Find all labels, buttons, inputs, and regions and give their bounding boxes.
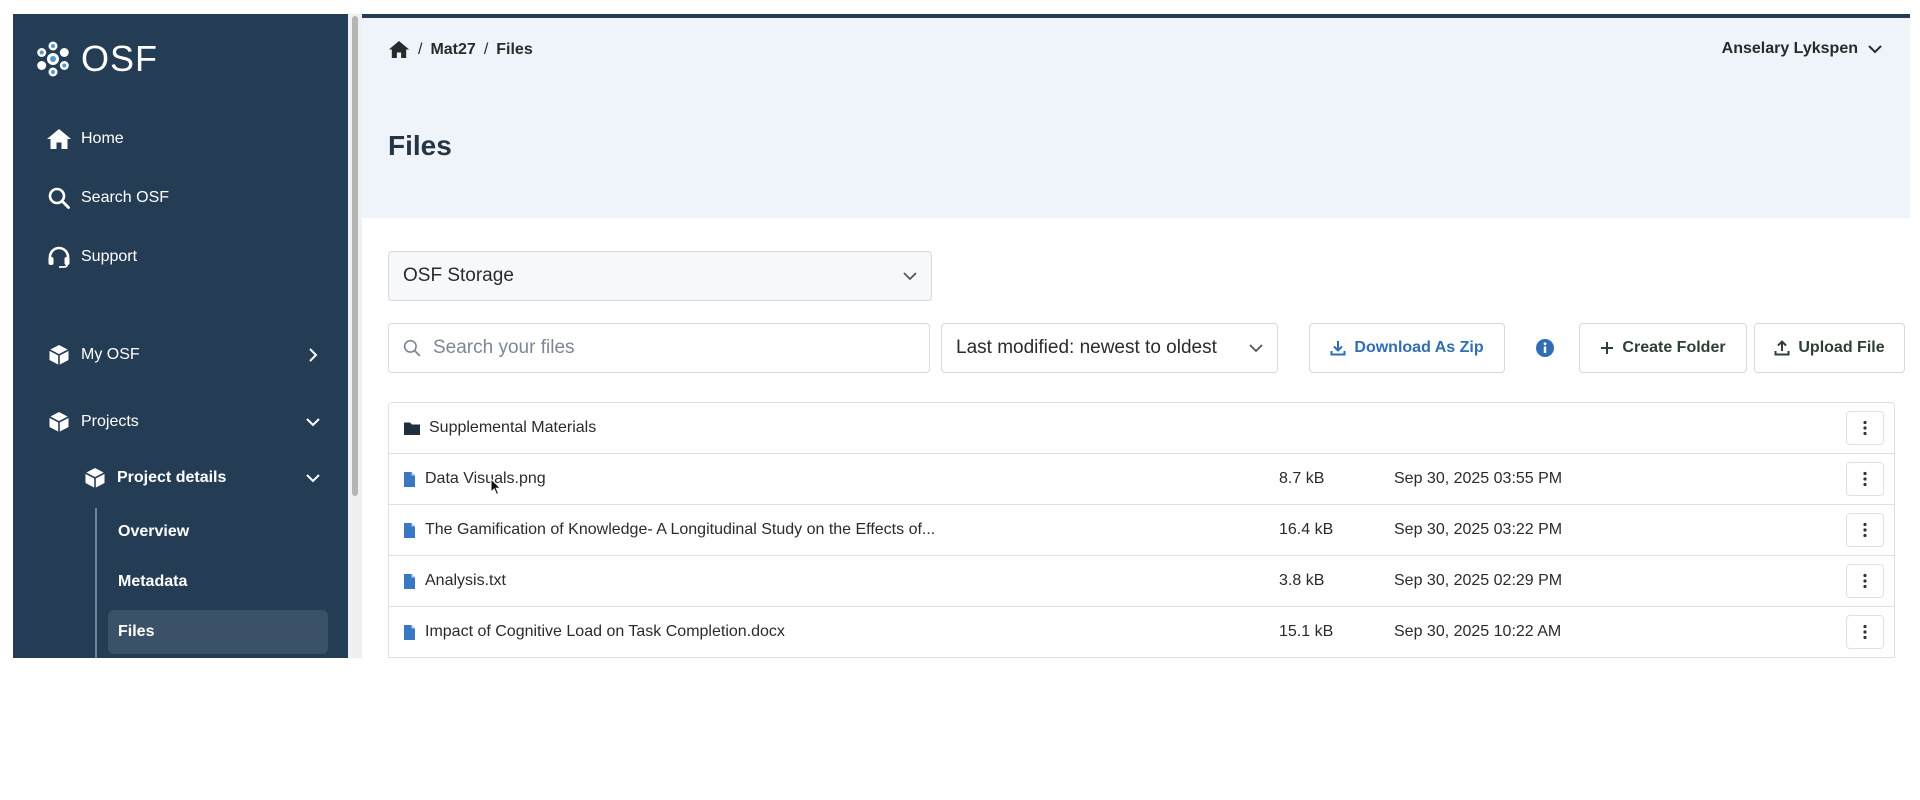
- sidebar-item-label: Project details: [117, 469, 227, 486]
- file-icon: [403, 573, 416, 590]
- cube-icon: [81, 466, 109, 490]
- osf-logo-text: OSF: [81, 38, 159, 79]
- sidebar-item-search[interactable]: Search OSF: [45, 186, 325, 210]
- file-name[interactable]: Impact of Cognitive Load on Task Complet…: [425, 623, 785, 641]
- sidebar-item-project-details[interactable]: Project details: [81, 466, 320, 490]
- file-row[interactable]: Supplemental Materials: [389, 403, 1894, 454]
- sidebar-item-label: Support: [81, 248, 138, 265]
- file-name[interactable]: Analysis.txt: [425, 572, 506, 590]
- sidebar-item-support[interactable]: Support: [45, 245, 325, 269]
- download-zip-label: Download As Zip: [1354, 339, 1484, 356]
- sidebar-item-label: Projects: [81, 413, 139, 430]
- page-title: Files: [388, 130, 452, 161]
- file-modified: Sep 30, 2025 03:55 PM: [1394, 470, 1563, 487]
- search-input[interactable]: [433, 337, 903, 359]
- breadcrumb-separator: /: [483, 40, 489, 58]
- storage-select-value: OSF Storage: [403, 265, 514, 286]
- file-modified: Sep 30, 2025 03:22 PM: [1394, 521, 1563, 538]
- sidebar-item-files[interactable]: Files: [108, 610, 328, 654]
- download-zip-button[interactable]: Download As Zip: [1309, 323, 1505, 373]
- user-name: Anselary Lykspen: [1721, 40, 1858, 57]
- file-name[interactable]: Supplemental Materials: [429, 419, 596, 437]
- sidebar-item-overview[interactable]: Overview: [108, 510, 328, 554]
- file-modified: Sep 30, 2025 02:29 PM: [1394, 572, 1563, 589]
- cube-icon: [45, 410, 73, 434]
- sidebar-item-label: Home: [81, 130, 124, 147]
- row-menu-button[interactable]: [1846, 615, 1884, 649]
- sidebar-item-home[interactable]: Home: [45, 127, 325, 151]
- chevron-down-icon: [1868, 44, 1882, 54]
- cube-icon: [45, 343, 73, 367]
- sidebar-scrollbar-thumb[interactable]: [352, 16, 358, 496]
- osf-logo[interactable]: OSF: [33, 38, 158, 80]
- search-box: [388, 323, 930, 373]
- sidebar: OSF Home Search OSF Support My OSF Proje…: [13, 14, 362, 658]
- row-menu-button[interactable]: [1846, 513, 1884, 547]
- file-list: Supplemental Materials Data Visuals.png …: [388, 402, 1895, 658]
- breadcrumb-current: Files: [496, 40, 533, 58]
- row-menu-button[interactable]: [1846, 564, 1884, 598]
- file-size: 15.1 kB: [1279, 623, 1334, 640]
- breadcrumb-project[interactable]: Mat27: [430, 41, 475, 59]
- breadcrumb-separator: /: [418, 40, 423, 58]
- file-icon: [403, 624, 416, 641]
- chevron-down-icon: [903, 271, 917, 281]
- app-window: OSF Home Search OSF Support My OSF Proje…: [13, 14, 1910, 658]
- file-icon: [403, 471, 416, 488]
- file-row[interactable]: Analysis.txt 3.8 kB Sep 30, 2025 02:29 P…: [389, 556, 1894, 607]
- sidebar-item-label: My OSF: [81, 346, 140, 363]
- download-icon: [1330, 340, 1346, 356]
- chevron-down-icon: [1249, 343, 1263, 353]
- osf-logo-icon: [37, 41, 69, 77]
- home-icon: [45, 127, 73, 151]
- row-menu-button[interactable]: [1846, 462, 1884, 496]
- plus-icon: [1600, 341, 1614, 355]
- user-menu[interactable]: Anselary Lykspen: [1722, 40, 1882, 58]
- main-content: / Mat27 / Files Anselary Lykspen Files O…: [362, 14, 1910, 658]
- home-icon[interactable]: [388, 40, 410, 59]
- search-icon: [403, 339, 421, 357]
- sidebar-item-my-osf[interactable]: My OSF: [45, 343, 320, 367]
- file-size: 8.7 kB: [1279, 470, 1325, 487]
- upload-icon: [1774, 340, 1790, 356]
- info-icon[interactable]: [1535, 338, 1555, 358]
- sidebar-item-projects[interactable]: Projects: [45, 410, 320, 434]
- headset-icon: [45, 245, 73, 269]
- folder-icon: [403, 421, 421, 436]
- upload-file-label: Upload File: [1798, 339, 1885, 356]
- file-icon: [403, 522, 416, 539]
- file-size: 3.8 kB: [1279, 572, 1325, 589]
- mouse-cursor-icon: [490, 478, 502, 496]
- upload-file-button[interactable]: Upload File: [1754, 323, 1905, 373]
- search-icon: [45, 186, 73, 210]
- chevron-down-icon: [306, 415, 320, 429]
- chevron-down-icon: [306, 471, 320, 485]
- file-row[interactable]: The Gamification of Knowledge- A Longitu…: [389, 505, 1894, 556]
- file-row[interactable]: Impact of Cognitive Load on Task Complet…: [389, 607, 1894, 658]
- tree-line: [95, 508, 97, 658]
- page-header: / Mat27 / Files Anselary Lykspen Files: [362, 18, 1910, 218]
- file-row[interactable]: Data Visuals.png 8.7 kB Sep 30, 2025 03:…: [389, 454, 1894, 505]
- breadcrumb: / Mat27 / Files: [388, 40, 533, 59]
- file-modified: Sep 30, 2025 10:22 AM: [1394, 623, 1562, 640]
- file-name[interactable]: The Gamification of Knowledge- A Longitu…: [425, 521, 935, 539]
- storage-select[interactable]: OSF Storage: [388, 251, 932, 301]
- create-folder-button[interactable]: Create Folder: [1579, 323, 1747, 373]
- chevron-right-icon: [306, 348, 320, 362]
- file-size: 16.4 kB: [1279, 521, 1334, 538]
- sidebar-item-label: Search OSF: [81, 189, 170, 206]
- sort-select[interactable]: Last modified: newest to oldest: [941, 323, 1278, 373]
- row-menu-button[interactable]: [1846, 411, 1884, 445]
- sidebar-item-metadata[interactable]: Metadata: [108, 560, 328, 604]
- sort-select-value: Last modified: newest to oldest: [956, 337, 1217, 358]
- create-folder-label: Create Folder: [1622, 339, 1726, 356]
- file-name[interactable]: Data Visuals.png: [425, 470, 546, 488]
